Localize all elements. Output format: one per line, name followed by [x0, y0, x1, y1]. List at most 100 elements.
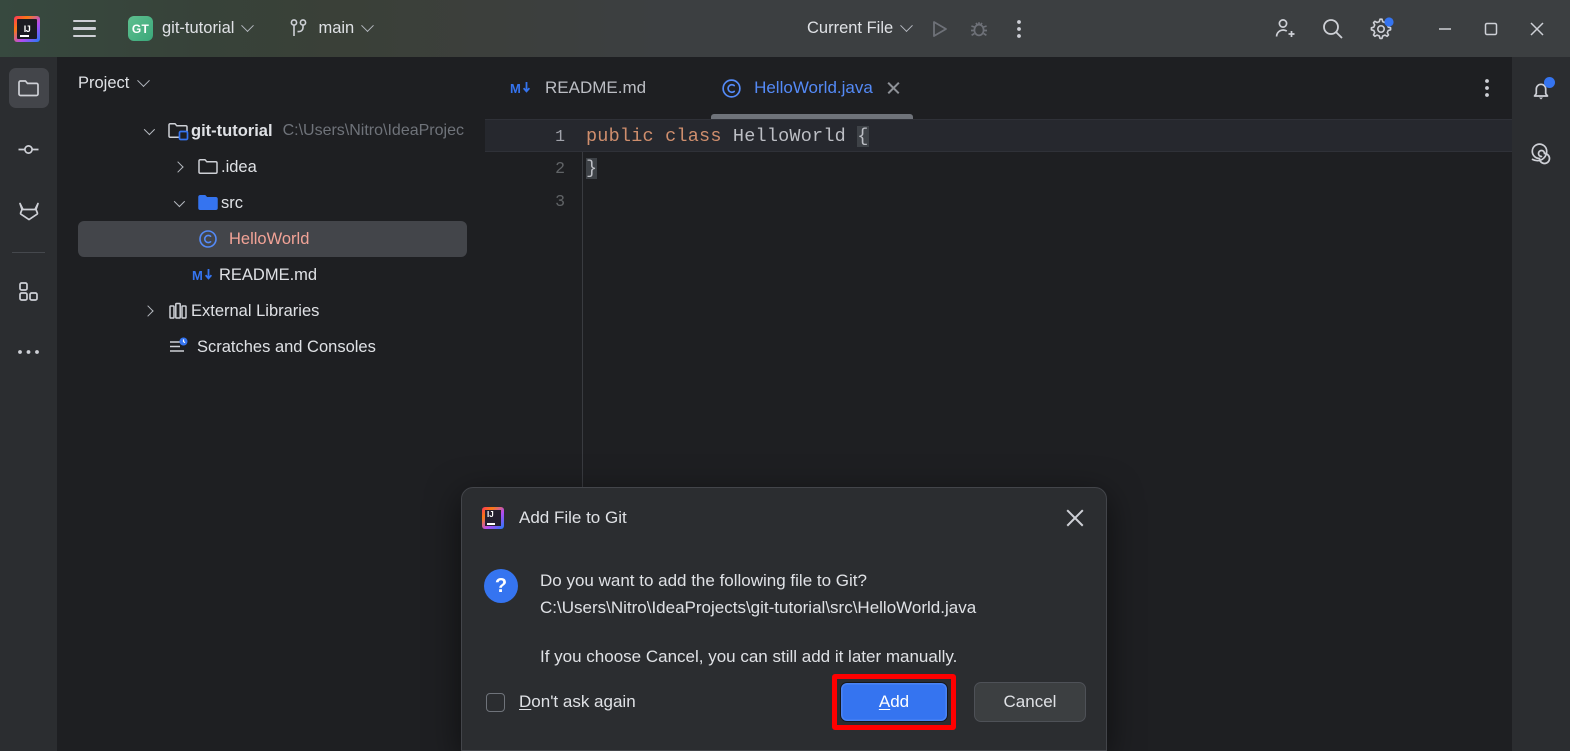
project-name-label: git-tutorial: [162, 19, 234, 38]
cancel-button[interactable]: Cancel: [974, 682, 1086, 722]
run-widget: Current File: [800, 0, 1038, 57]
notification-badge: [1544, 77, 1555, 88]
ai-assistant-button[interactable]: [1521, 133, 1561, 173]
tree-node-label: HelloWorld: [229, 230, 309, 249]
code-line-3: 3: [485, 185, 1512, 218]
window-minimize-button[interactable]: [1422, 0, 1468, 57]
chevron-down-icon: [242, 19, 255, 32]
markdown-icon: M: [191, 266, 217, 284]
git-branch-icon: [289, 18, 309, 40]
run-more-button[interactable]: [1000, 10, 1038, 48]
dialog-message-line-1: Do you want to add the following file to…: [540, 567, 976, 594]
commit-node-icon: [16, 137, 41, 162]
message-spacer: [540, 621, 976, 643]
run-configuration-selector[interactable]: Current File: [800, 15, 918, 42]
tab-label: HelloWorld.java: [754, 78, 873, 98]
share-project-button[interactable]: [1266, 10, 1304, 48]
project-badge: GT: [128, 16, 153, 41]
project-tree: git-tutorial C:\Users\Nitro\IdeaProjec .…: [57, 109, 485, 365]
editor-tabs-more-button[interactable]: [1484, 77, 1490, 99]
tree-node-git-tutorial[interactable]: git-tutorial C:\Users\Nitro\IdeaProjec: [57, 113, 485, 149]
folder-icon: [195, 156, 221, 178]
run-button[interactable]: [920, 10, 958, 48]
library-icon: [165, 300, 191, 322]
add-button-label-rest: dd: [890, 692, 909, 711]
question-mark-icon: ?: [484, 569, 518, 603]
run-configuration-label: Current File: [807, 19, 893, 38]
toolbar-right-actions: [1266, 0, 1570, 57]
tree-node-helloworld[interactable]: HelloWorld: [78, 221, 467, 257]
cancel-button-label: Cancel: [1004, 692, 1057, 712]
project-selector[interactable]: GT git-tutorial: [123, 13, 257, 44]
tree-node-label: Scratches and Consoles: [197, 338, 376, 357]
tree-node-idea[interactable]: .idea: [57, 149, 485, 185]
gear-icon: [1367, 15, 1395, 43]
tree-node-label: git-tutorial: [191, 122, 273, 141]
search-everywhere-button[interactable]: [1314, 10, 1352, 48]
code-line-text: }: [586, 152, 597, 185]
dialog-message-line-3: If you choose Cancel, you can still add …: [540, 643, 976, 670]
checkbox-label-rest: on't ask again: [531, 692, 635, 711]
dialog-title-bar: IJ Add File to Git: [462, 488, 1106, 548]
settings-button[interactable]: [1362, 10, 1400, 48]
editor-tab-bar: M README.md HelloWorld.java: [485, 57, 1512, 119]
tab-readme-md[interactable]: M README.md: [493, 57, 663, 119]
window-maximize-button[interactable]: [1468, 0, 1514, 57]
spiral-icon: [1528, 140, 1555, 167]
code-line-2: 2 }: [485, 152, 1512, 185]
tree-node-label: .idea: [221, 158, 257, 177]
tree-node-readme[interactable]: M README.md: [57, 257, 485, 293]
debug-bug-icon: [967, 17, 991, 41]
project-panel-header[interactable]: Project: [57, 57, 485, 109]
sidebar-item-more[interactable]: [9, 332, 49, 372]
branch-name-label: main: [318, 19, 354, 38]
hamburger-menu-icon[interactable]: [69, 14, 99, 44]
project-tool-window: Project git-tutorial C:\Users\Nitro\Idea…: [57, 57, 485, 751]
dialog-title: Add File to Git: [519, 508, 627, 528]
tree-node-scratches-and-consoles[interactable]: Scratches and Consoles: [57, 329, 485, 365]
checkbox-box[interactable]: [486, 693, 505, 712]
more-vertical-icon: [1484, 77, 1490, 99]
tree-node-external-libraries[interactable]: External Libraries: [57, 293, 485, 329]
close-icon[interactable]: [1062, 505, 1088, 531]
folder-icon: [16, 76, 41, 101]
scratches-icon: [165, 336, 191, 358]
close-icon[interactable]: [884, 78, 904, 98]
java-class-icon: [195, 228, 221, 250]
notifications-button[interactable]: [1521, 71, 1561, 111]
dont-ask-again-checkbox[interactable]: Don't ask again: [486, 692, 636, 712]
git-branch-selector[interactable]: main: [284, 15, 377, 43]
stripe-divider: [12, 252, 45, 253]
svg-text:M: M: [510, 81, 521, 96]
add-button[interactable]: Add: [840, 682, 948, 722]
twisty-expanded[interactable]: [137, 127, 159, 135]
svg-text:M: M: [192, 268, 203, 283]
window-close-button[interactable]: [1514, 0, 1560, 57]
line-number: 1: [485, 120, 565, 153]
chevron-down-icon: [900, 19, 913, 32]
dialog-body: ? Do you want to add the following file …: [462, 548, 1106, 670]
sidebar-item-project[interactable]: [9, 68, 49, 108]
dialog-message-line-2: C:\Users\Nitro\IdeaProjects\git-tutorial…: [540, 594, 976, 621]
debug-button[interactable]: [960, 10, 998, 48]
plugins-blocks-icon: [16, 279, 41, 304]
window-maximize-icon: [1481, 19, 1501, 39]
tree-node-label: src: [221, 194, 243, 213]
add-user-icon: [1272, 16, 1298, 42]
intellij-idea-logo-icon[interactable]: IJ: [14, 16, 40, 42]
tab-helloworld-java[interactable]: HelloWorld.java: [703, 57, 921, 119]
twisty-collapsed[interactable]: [137, 307, 159, 315]
tree-node-label: README.md: [219, 266, 317, 285]
sidebar-item-gitlab[interactable]: [9, 190, 49, 230]
tree-node-src[interactable]: src: [57, 185, 485, 221]
window-minimize-icon: [1435, 19, 1455, 39]
twisty-collapsed[interactable]: [167, 163, 189, 171]
code-line-text: public class HelloWorld {: [586, 120, 869, 153]
line-number: 3: [485, 185, 565, 218]
twisty-expanded[interactable]: [167, 199, 189, 207]
left-tool-stripe: [0, 57, 57, 751]
sidebar-item-commit[interactable]: [9, 129, 49, 169]
sidebar-item-plugins[interactable]: [9, 271, 49, 311]
code-line-1: 1 public class HelloWorld {: [485, 119, 1512, 152]
tree-node-label: External Libraries: [191, 302, 319, 321]
